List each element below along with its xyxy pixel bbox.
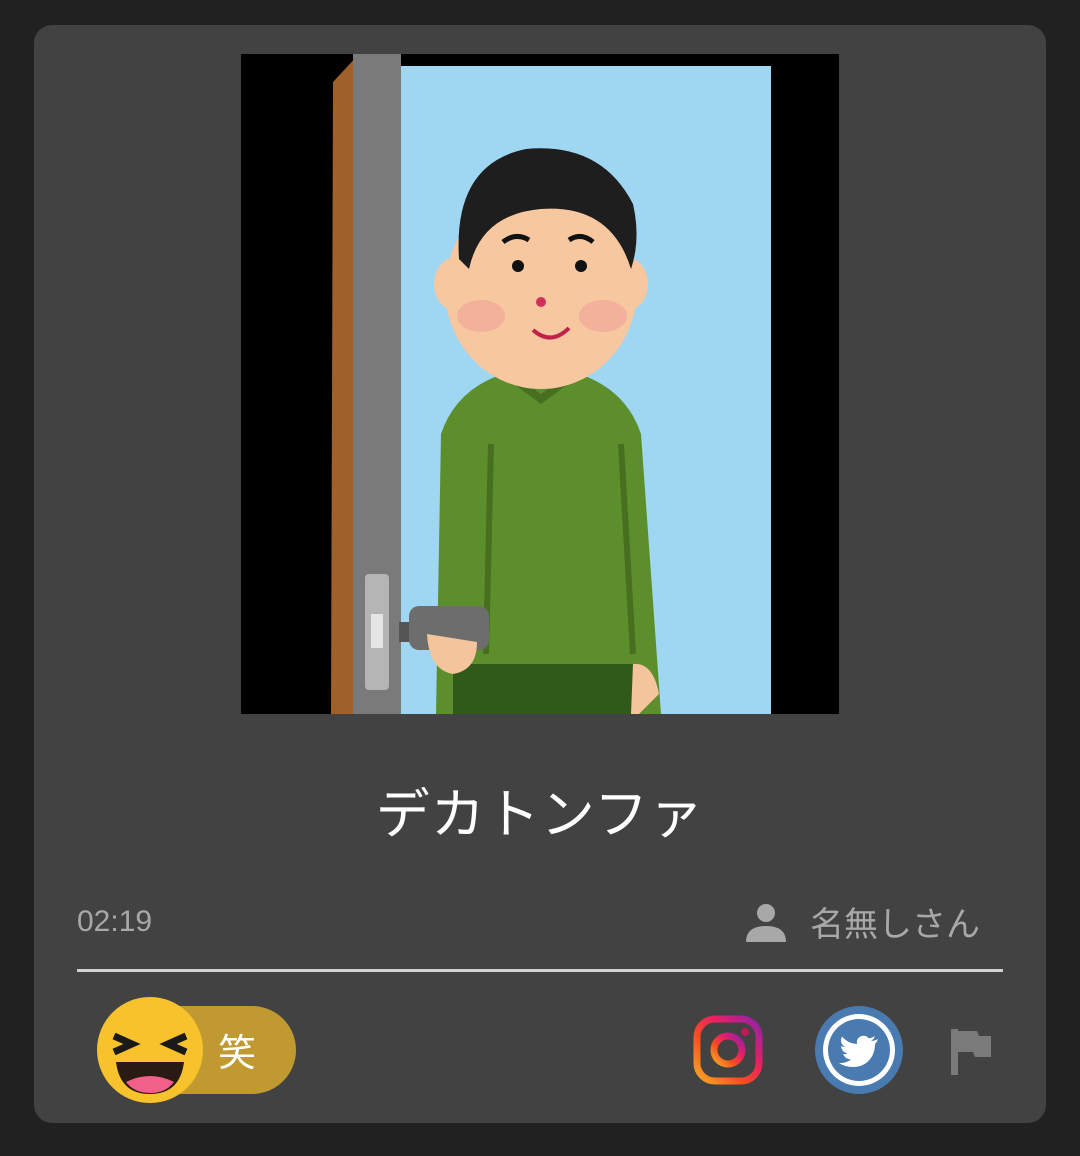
report-button[interactable] bbox=[949, 1027, 993, 1079]
instagram-share-button[interactable] bbox=[693, 1015, 763, 1089]
laugh-reaction-button[interactable]: 笑 bbox=[96, 996, 306, 1106]
person-icon bbox=[742, 898, 790, 946]
instagram-icon bbox=[693, 1015, 763, 1089]
post-time: 02:19 bbox=[77, 905, 153, 938]
twitter-icon bbox=[814, 1006, 904, 1099]
divider bbox=[77, 969, 1003, 972]
author-name: 名無しさん bbox=[810, 905, 980, 945]
post-card: デカトンファ 02:19 名無しさん 笑 bbox=[34, 25, 1046, 1123]
twitter-share-button[interactable] bbox=[814, 1005, 904, 1099]
post-image[interactable] bbox=[241, 54, 839, 714]
post-title: デカトンファ bbox=[375, 783, 705, 846]
flag-icon bbox=[949, 1029, 993, 1079]
post-author: 名無しさん bbox=[742, 897, 980, 946]
laughing-face-icon bbox=[96, 996, 204, 1108]
reaction-label: 笑 bbox=[218, 1031, 257, 1075]
